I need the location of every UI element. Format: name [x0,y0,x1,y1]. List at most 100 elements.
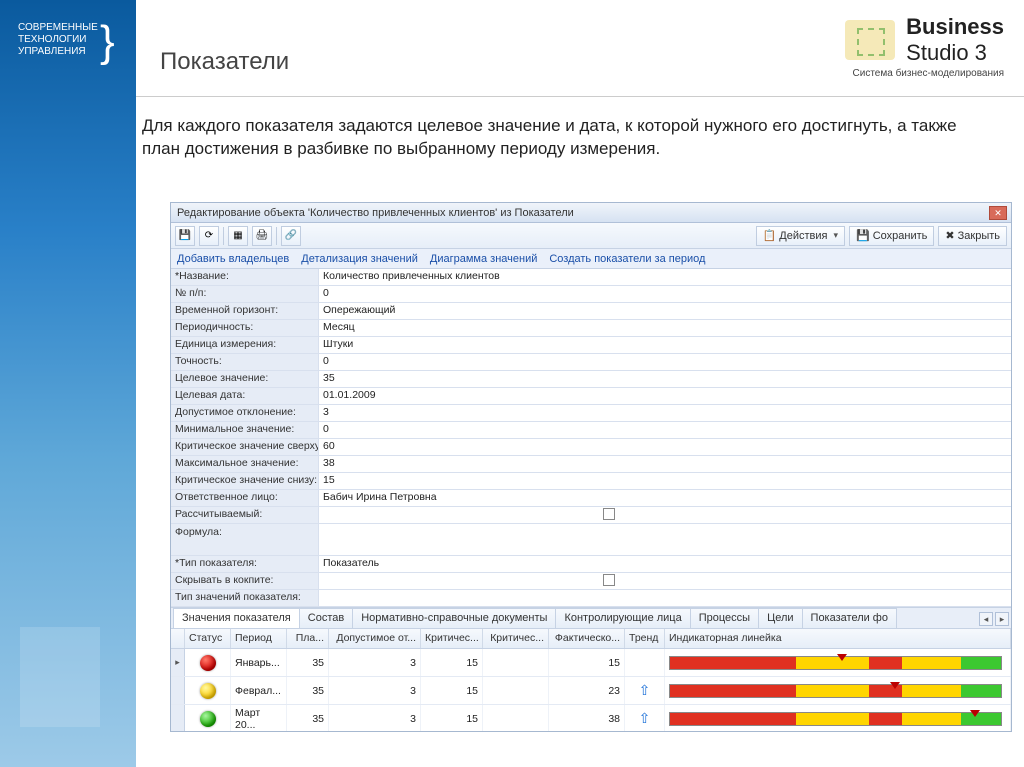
close-icon[interactable]: ✕ [989,206,1007,220]
cell-trend [625,649,665,676]
form-value[interactable]: 0 [319,422,1011,438]
grid-body: ▸Январь...3531515Феврал...3531523⇧Март 2… [171,649,1011,731]
grid-icon[interactable]: ▦ [228,226,248,246]
col-indicator[interactable]: Индикаторная линейка [665,629,1011,648]
refresh-icon[interactable]: ⟳ [199,226,219,246]
form-value[interactable]: 35 [319,371,1011,387]
print-icon[interactable]: 🖨 [252,226,272,246]
tab[interactable]: Показатели фо [802,608,897,628]
titlebar[interactable]: Редактирование объекта 'Количество привл… [171,203,1011,223]
divider [136,96,1024,97]
form-label: Минимальное значение: [171,422,319,438]
form-label: Периодичность: [171,320,319,336]
table-row[interactable]: Март 20...3531538⇧ [171,705,1011,731]
link-create-period[interactable]: Создать показатели за период [549,253,705,265]
row-marker [171,677,185,704]
form-value[interactable]: 0 [319,286,1011,302]
link-add-owners[interactable]: Добавить владельцев [177,253,289,265]
cell-status [185,649,231,676]
save-button[interactable]: 💾 Сохранить [849,226,934,246]
tab[interactable]: Контролирующие лица [555,608,690,628]
bs-icon [845,20,895,60]
col-status[interactable]: Статус [185,629,231,648]
cell [483,677,549,704]
form-value[interactable]: Штуки [319,337,1011,353]
cell-indicator [665,677,1011,704]
col-plan[interactable]: Пла... [287,629,329,648]
form-value[interactable]: Месяц [319,320,1011,336]
tab[interactable]: Процессы [690,608,759,628]
form-row: Название:Количество привлеченных клиенто… [171,269,1011,286]
app-window: Редактирование объекта 'Количество привл… [170,202,1012,732]
form-label: Критическое значение снизу: [171,473,319,489]
col-trend[interactable]: Тренд [625,629,665,648]
cell: 35 [287,677,329,704]
form-value[interactable]: 3 [319,405,1011,421]
form-row: Целевая дата:01.01.2009 [171,388,1011,405]
form-row: Точность:0 [171,354,1011,371]
form-value[interactable]: Показатель [319,556,1011,572]
form-row: Единица измерения:Штуки [171,337,1011,354]
logo-line: УПРАВЛЕНИЯ [18,46,98,58]
form-label: Допустимое отклонение: [171,405,319,421]
brand-sub: Система бизнес-моделирования [845,68,1004,79]
close-button[interactable]: ✖ Закрыть [938,226,1007,246]
checkbox[interactable] [603,508,615,520]
cell: 23 [549,677,625,704]
trend-up-icon: ⇧ [639,682,651,699]
form-value[interactable] [319,573,1011,589]
gauge [669,656,1002,670]
cell: 15 [421,705,483,731]
sidebar-gradient [0,0,136,767]
form-row: Временной горизонт:Опережающий [171,303,1011,320]
checkbox[interactable] [603,574,615,586]
col-dev[interactable]: Допустимое от... [329,629,421,648]
col-crit2[interactable]: Критичес... [483,629,549,648]
cell-indicator [665,649,1011,676]
right-logo: Business Studio 3 Система бизнес-моделир… [845,14,1004,79]
gauge-marker [837,654,847,661]
link-diagram[interactable]: Диаграмма значений [430,253,537,265]
form-value[interactable] [319,507,1011,523]
actions-button[interactable]: 📋 Действия [756,226,845,246]
cell-indicator [665,705,1011,731]
form-value[interactable] [319,524,1011,555]
cell: 15 [549,649,625,676]
tabs: Значения показателяСоставНормативно-спра… [171,607,1011,629]
form-value[interactable]: Количество привлеченных клиентов [319,269,1011,285]
tab-nav-button[interactable]: ◂ [979,612,993,626]
save-icon[interactable]: 💾 [175,226,195,246]
col-fact[interactable]: Фактическо... [549,629,625,648]
form-row: Допустимое отклонение:3 [171,405,1011,422]
cell-status [185,705,231,731]
form-area: Название:Количество привлеченных клиенто… [171,269,1011,607]
grid: Статус Период Пла... Допустимое от... Кр… [171,629,1011,731]
brace-icon: } [100,16,115,69]
form-value[interactable]: 15 [319,473,1011,489]
form-row: Целевое значение:35 [171,371,1011,388]
tab[interactable]: Цели [758,608,802,628]
tab[interactable]: Значения показателя [173,608,300,628]
link-detail-values[interactable]: Детализация значений [301,253,418,265]
form-value[interactable]: 38 [319,456,1011,472]
table-row[interactable]: ▸Январь...3531515 [171,649,1011,677]
form-value[interactable]: 0 [319,354,1011,370]
form-row: Тип значений показателя: [171,590,1011,607]
tab[interactable]: Нормативно-справочные документы [352,608,556,628]
form-value[interactable]: 60 [319,439,1011,455]
form-label: Тип значений показателя: [171,590,319,606]
col-crit[interactable]: Критичес... [421,629,483,648]
link-icon[interactable]: 🔗 [281,226,301,246]
form-row: Рассчитываемый: [171,507,1011,524]
status-dot-red [200,655,216,671]
tab-nav-button[interactable]: ▸ [995,612,1009,626]
form-value[interactable] [319,590,1011,606]
tab[interactable]: Состав [299,608,353,628]
form-value[interactable]: Опережающий [319,303,1011,319]
cell-period: Январь... [231,649,287,676]
table-row[interactable]: Феврал...3531523⇧ [171,677,1011,705]
cell-period: Март 20... [231,705,287,731]
form-value[interactable]: 01.01.2009 [319,388,1011,404]
col-period[interactable]: Период [231,629,287,648]
form-value[interactable]: Бабич Ирина Петровна [319,490,1011,506]
